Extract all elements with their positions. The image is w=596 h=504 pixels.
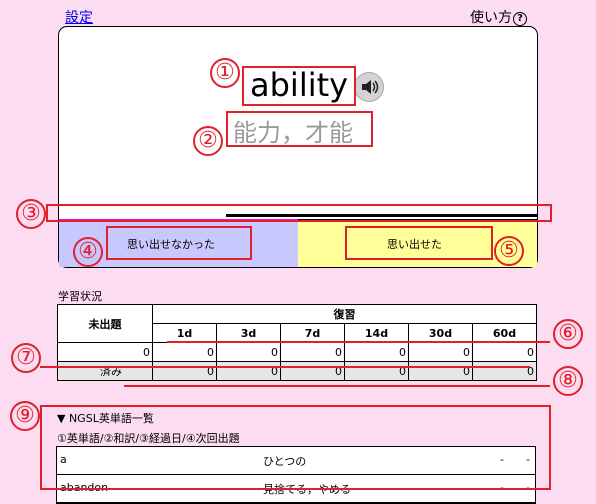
interval-header: 60d	[472, 323, 537, 343]
annotation-number: ⑨	[10, 401, 40, 431]
annotation-line	[40, 366, 530, 368]
annotation-number: ④	[73, 237, 103, 267]
done-count: 0	[216, 361, 281, 381]
howto-label: 使い方	[470, 10, 512, 26]
review-count: 0	[152, 342, 217, 362]
done-label: 済み	[57, 361, 153, 381]
unasked-count: 0	[57, 342, 153, 362]
review-count: 0	[472, 342, 537, 362]
annotation-number: ⑥	[553, 319, 583, 349]
annotation-box	[106, 226, 252, 260]
speaker-icon[interactable]	[354, 72, 384, 102]
annotation-number: ①	[210, 58, 240, 88]
interval-header: 7d	[280, 323, 345, 343]
unasked-header: 未出題	[57, 304, 153, 343]
done-count: 0	[408, 361, 473, 381]
review-count: 0	[280, 342, 345, 362]
review-count: 0	[344, 342, 409, 362]
review-count: 0	[408, 342, 473, 362]
annotation-box	[345, 226, 493, 260]
annotation-line	[124, 385, 550, 387]
annotation-box	[242, 66, 356, 106]
annotation-number: ⑧	[553, 366, 583, 396]
annotation-number: ⑦	[11, 343, 41, 373]
annotation-number: ③	[16, 199, 46, 229]
howto-link[interactable]: 使い方?	[470, 7, 527, 27]
settings-link[interactable]: 設定	[65, 7, 93, 27]
annotation-box	[40, 405, 551, 490]
interval-header: 30d	[408, 323, 473, 343]
done-count: 0	[280, 361, 345, 381]
annotation-box	[46, 204, 552, 222]
interval-header: 3d	[216, 323, 281, 343]
review-header: 復習	[152, 304, 537, 324]
annotation-box	[226, 111, 373, 147]
done-count: 0	[472, 361, 537, 381]
done-count: 0	[152, 361, 217, 381]
interval-header: 1d	[152, 323, 217, 343]
status-title: 学習状況	[58, 290, 102, 303]
annotation-line	[167, 341, 550, 343]
question-circle-icon: ?	[513, 12, 527, 26]
annotation-number: ②	[193, 126, 223, 156]
interval-header: 14d	[344, 323, 409, 343]
annotation-number: ⑤	[494, 236, 524, 266]
review-count: 0	[216, 342, 281, 362]
done-count: 0	[344, 361, 409, 381]
